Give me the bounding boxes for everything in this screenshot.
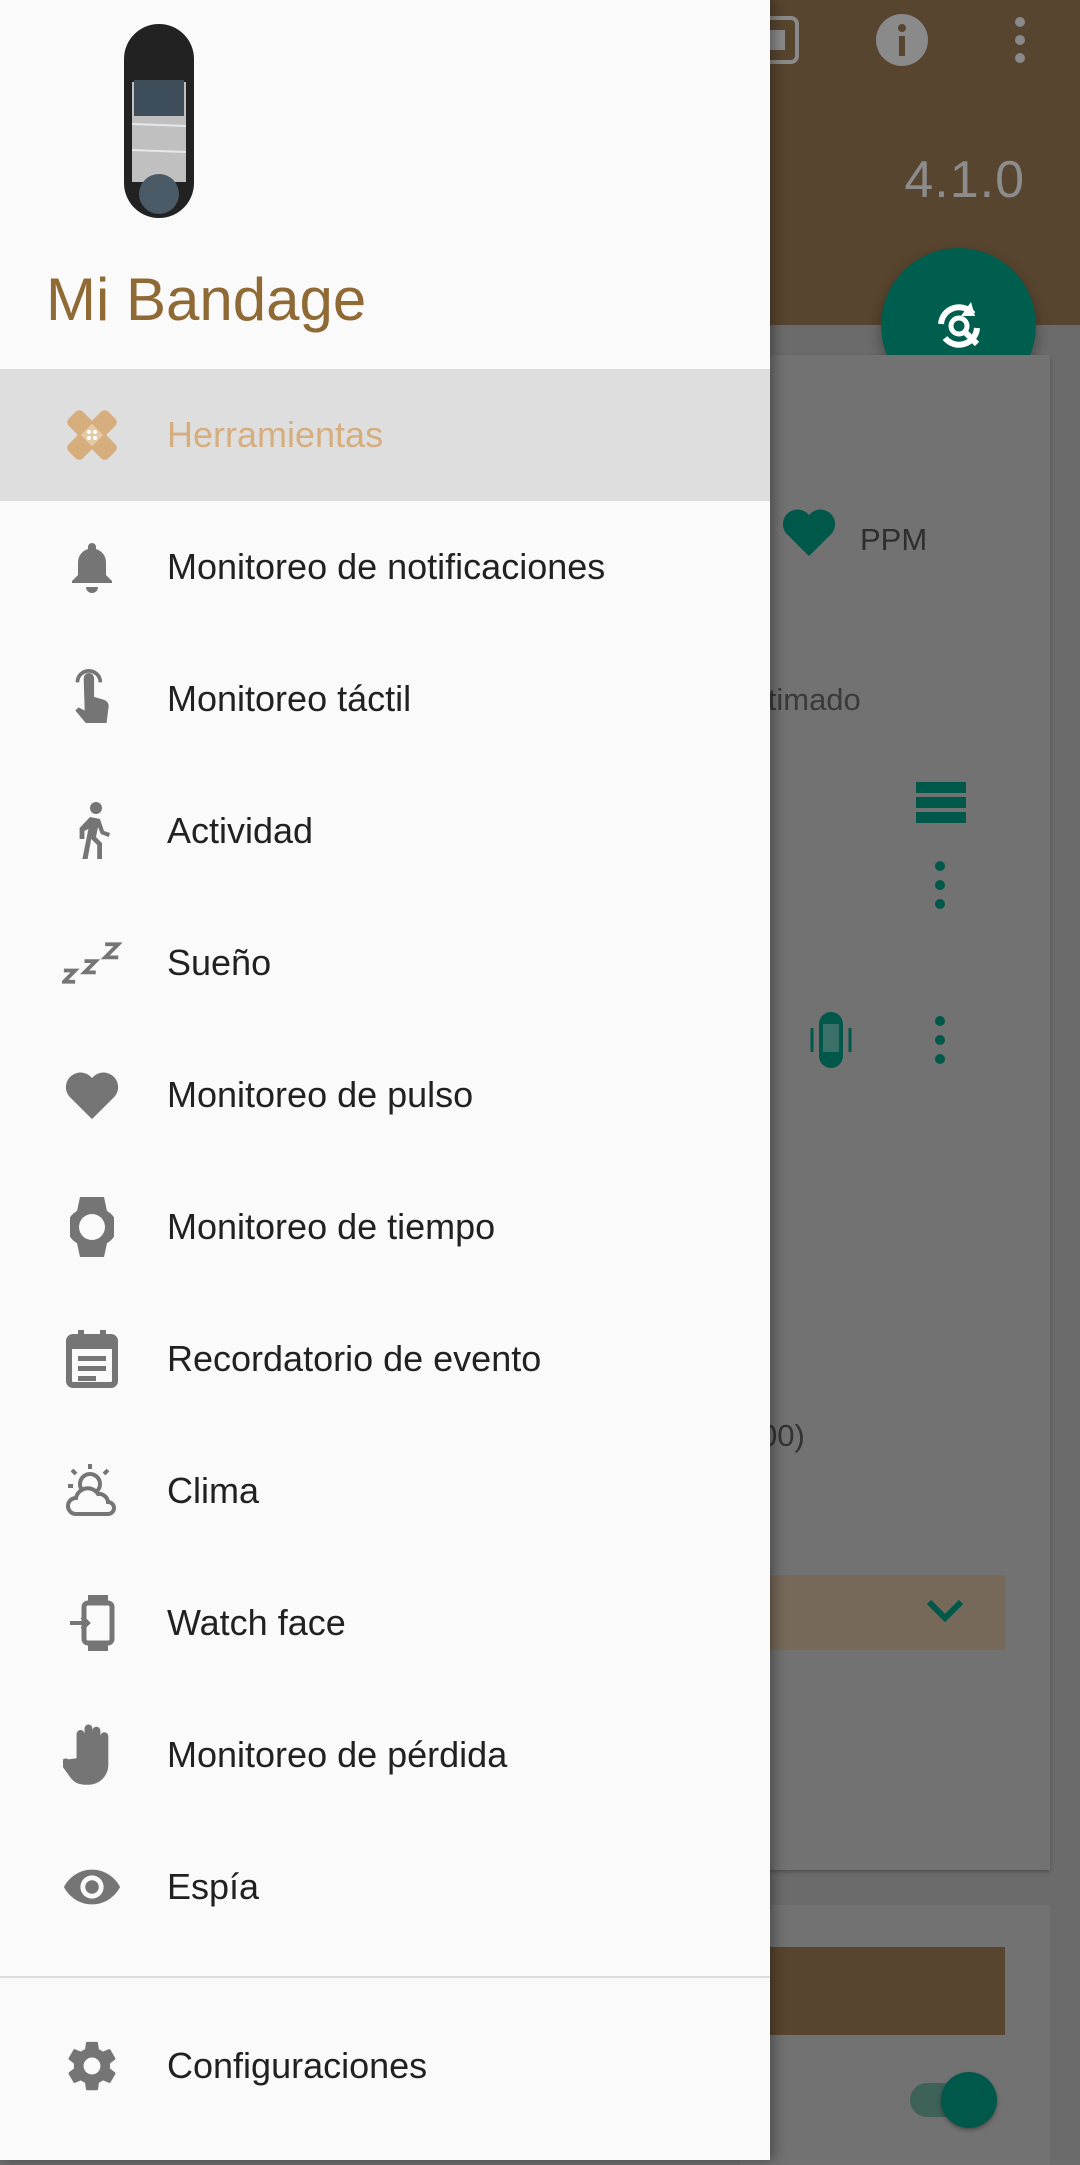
drawer-item-label: Monitoreo de pulso <box>167 1074 474 1115</box>
event-icon <box>62 1329 122 1389</box>
secondary-card <box>740 1905 1050 2165</box>
heart-icon <box>62 1065 122 1125</box>
drawer-item-label: Sueño <box>167 942 272 983</box>
drawer-menu: Herramientas Monitoreo de notificaciones… <box>0 369 770 1953</box>
heart-rate-icon <box>780 505 838 559</box>
drawer-item-label: Actividad <box>167 810 314 851</box>
drawer-item-clima[interactable]: Clima <box>0 1425 770 1557</box>
table-view-icon[interactable] <box>916 782 966 824</box>
watch-icon <box>62 1197 122 1257</box>
drawer-item-label: Herramientas <box>167 414 384 455</box>
touch-icon <box>62 669 122 729</box>
refresh-search-icon <box>937 301 980 348</box>
drawer-item-notificaciones[interactable]: Monitoreo de notificaciones <box>0 501 770 633</box>
info-icon[interactable] <box>872 10 932 70</box>
drawer-item-label: Monitoreo táctil <box>167 678 412 719</box>
navigation-drawer: Mi Bandage Herramientas Monitoreo de not… <box>0 0 770 2160</box>
drawer-item-perdida[interactable]: Monitoreo de pérdida <box>0 1689 770 1821</box>
drawer-item-evento[interactable]: Recordatorio de evento <box>0 1293 770 1425</box>
band-device-image <box>122 22 196 220</box>
eye-icon <box>62 1857 122 1917</box>
drawer-item-actividad[interactable]: Actividad <box>0 765 770 897</box>
bell-icon <box>62 537 122 597</box>
sleep-icon <box>62 933 122 993</box>
drawer-item-espia[interactable]: Espía <box>0 1821 770 1953</box>
chevron-down-icon[interactable] <box>925 1598 965 1624</box>
drawer-item-configuraciones[interactable]: Configuraciones <box>0 2000 770 2132</box>
heart-rate-unit: PPM <box>860 522 928 557</box>
drawer-item-label: Monitoreo de pérdida <box>167 1734 508 1775</box>
drawer-item-label: Espía <box>167 1866 260 1907</box>
drawer-item-label: Monitoreo de tiempo <box>167 1206 496 1247</box>
drawer-item-label: Watch face <box>167 1602 346 1643</box>
weather-icon <box>62 1461 122 1521</box>
version-text: 4.1.0 <box>904 151 1025 209</box>
section-header <box>740 1947 1005 2035</box>
drawer-item-watch-face[interactable]: Watch face <box>0 1557 770 1689</box>
bandage-icon <box>62 405 122 465</box>
watch-face-icon <box>62 1593 122 1653</box>
walk-icon <box>62 801 122 861</box>
drawer-item-label: Monitoreo de notificaciones <box>167 546 606 587</box>
card-menu-icon[interactable] <box>930 860 950 910</box>
drawer-item-label: Clima <box>167 1470 260 1511</box>
drawer-item-label: Recordatorio de evento <box>167 1338 542 1379</box>
band-vibrate-icon[interactable] <box>806 1010 856 1070</box>
drawer-divider <box>0 1976 770 1978</box>
drawer-item-pulso[interactable]: Monitoreo de pulso <box>0 1029 770 1161</box>
toggle-switch[interactable] <box>941 2072 997 2128</box>
app-title: Mi Bandage <box>46 266 367 333</box>
gear-icon <box>62 2036 122 2096</box>
drawer-item-tiempo[interactable]: Monitoreo de tiempo <box>0 1161 770 1293</box>
overflow-menu-icon[interactable] <box>1000 10 1060 70</box>
drawer-item-herramientas[interactable]: Herramientas <box>0 369 770 501</box>
expandable-header[interactable] <box>740 1575 1005 1650</box>
device-menu-icon[interactable] <box>930 1015 950 1065</box>
drawer-item-label: Configuraciones <box>167 2045 428 2086</box>
drawer-item-tactil[interactable]: Monitoreo táctil <box>0 633 770 765</box>
hand-icon <box>62 1724 122 1785</box>
drawer-item-sueno[interactable]: Sueño <box>0 897 770 1029</box>
